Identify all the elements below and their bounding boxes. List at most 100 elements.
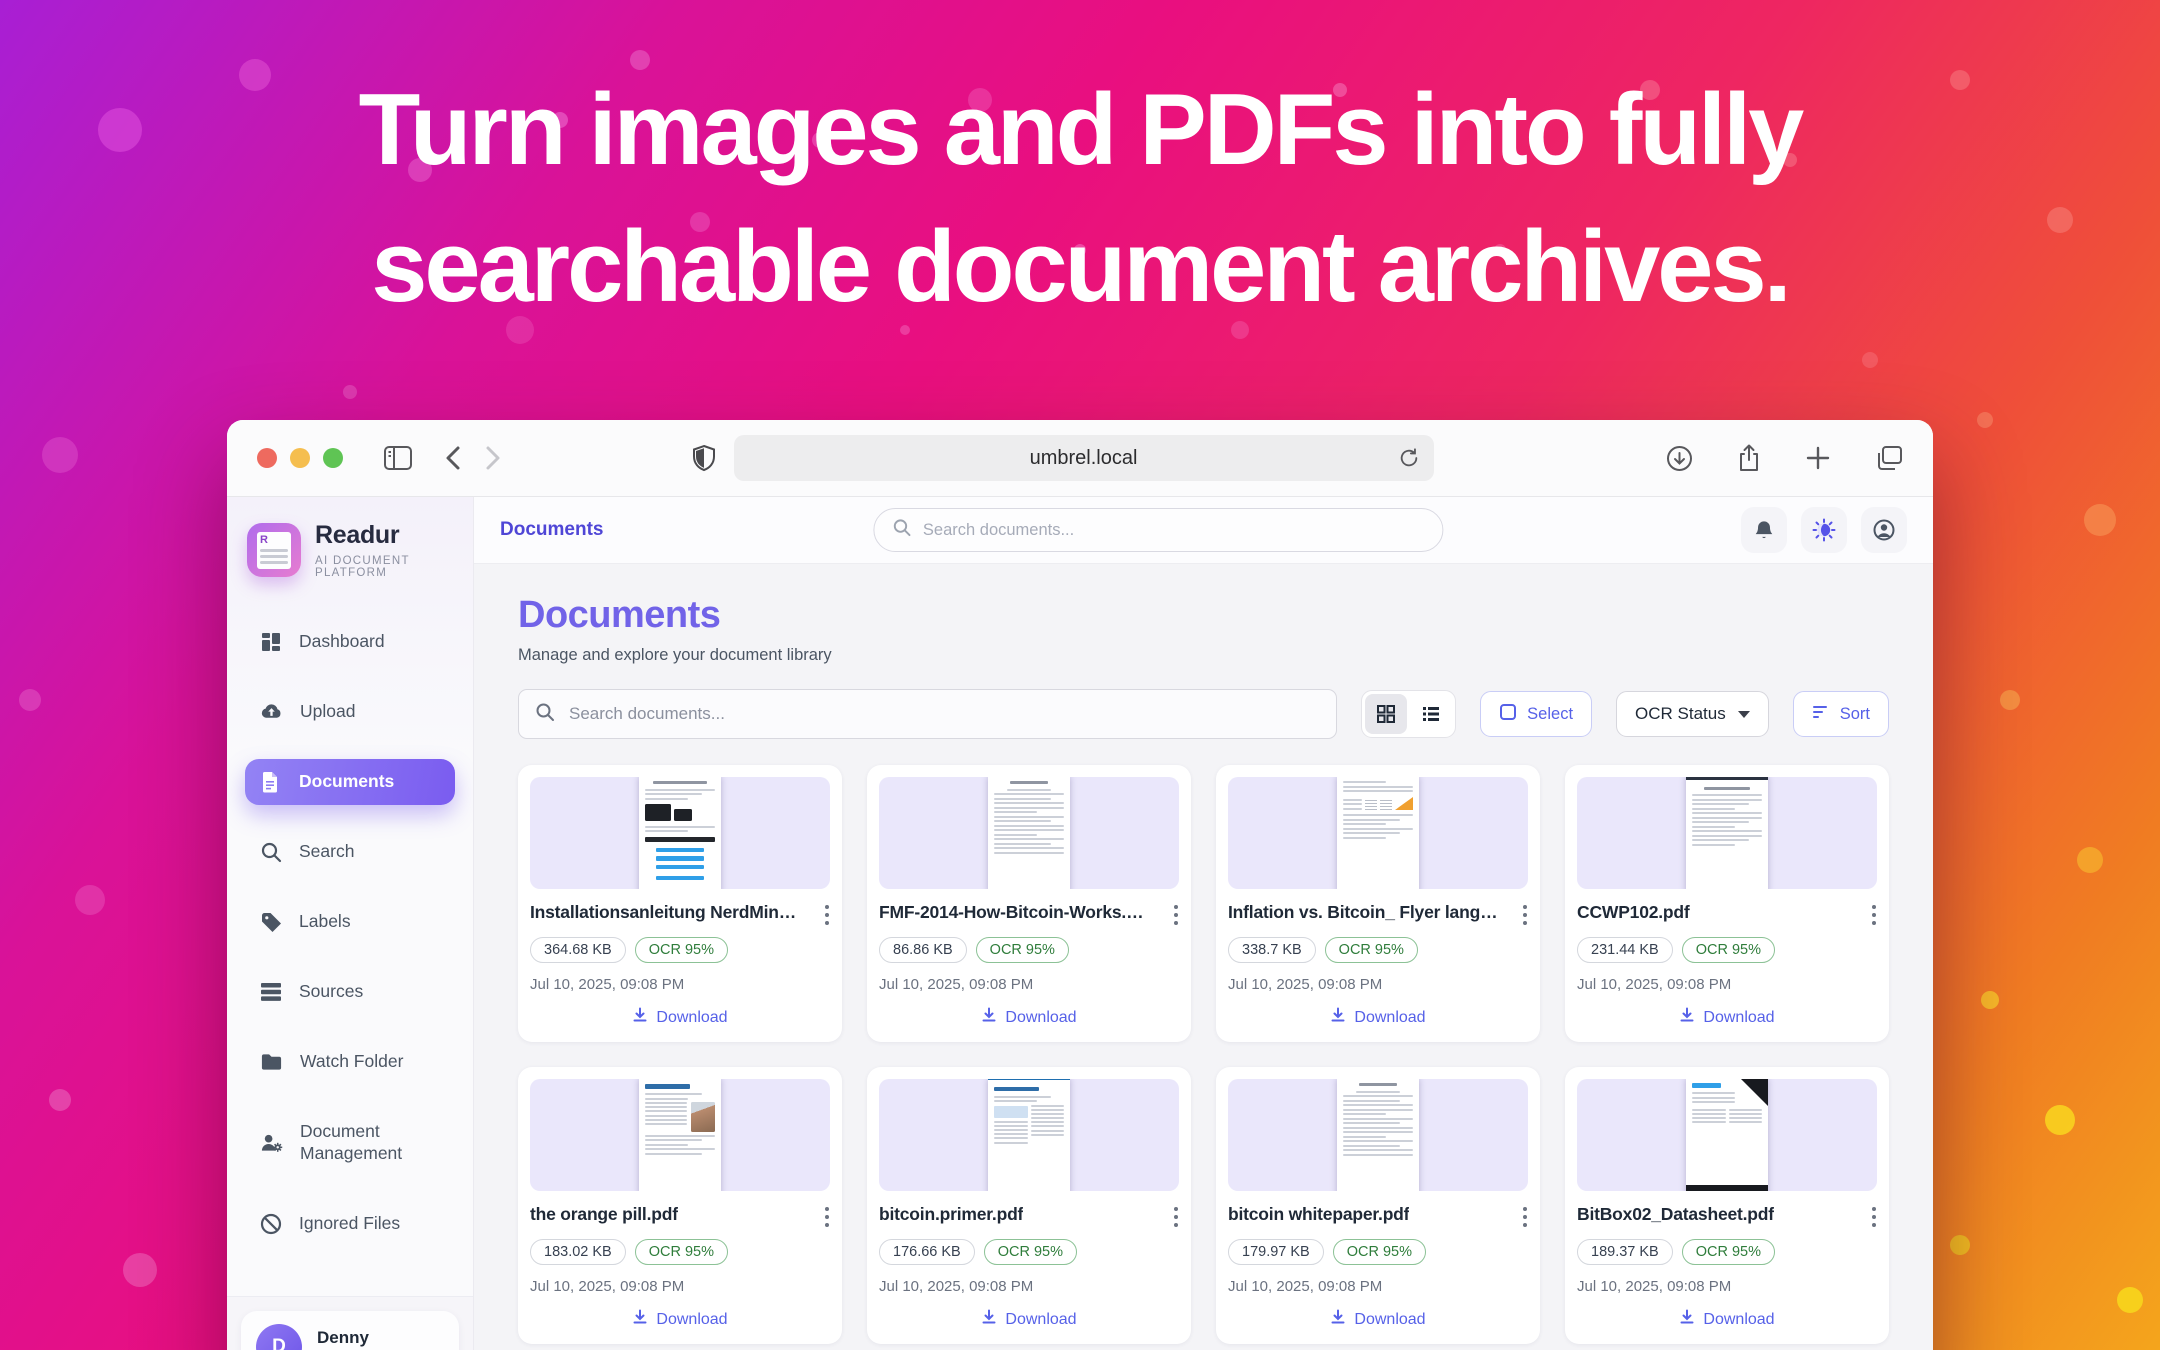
minimize-button[interactable] <box>290 448 310 468</box>
sidebar-item-documents[interactable]: Documents <box>245 759 455 805</box>
browser-actions <box>1666 444 1903 473</box>
kebab-menu-icon[interactable] <box>1871 1204 1877 1228</box>
file-size-badge: 338.7 KB <box>1228 937 1316 963</box>
back-icon[interactable] <box>445 445 461 471</box>
user-section[interactable]: D Denny admin@readur.com <box>227 1296 473 1350</box>
sidebar-item-dashboard[interactable]: Dashboard <box>245 619 455 665</box>
file-size-badge: 183.02 KB <box>530 1239 626 1265</box>
chevron-down-icon <box>1738 711 1750 718</box>
list-view-icon[interactable] <box>1410 694 1452 734</box>
sidebar-item-ignored-files[interactable]: Ignored Files <box>245 1201 455 1247</box>
sidebar-item-sources[interactable]: Sources <box>245 969 455 1015</box>
grid-view-icon[interactable] <box>1365 694 1407 734</box>
profile-icon[interactable] <box>1861 507 1907 553</box>
global-search[interactable] <box>873 508 1443 552</box>
kebab-menu-icon[interactable] <box>1173 1204 1179 1228</box>
document-card[interactable]: bitcoin.primer.pdf 176.66 KB OCR 95% Jul… <box>867 1067 1191 1344</box>
kebab-menu-icon[interactable] <box>1522 902 1528 926</box>
brand-tagline: AI DOCUMENT PLATFORM <box>315 555 453 579</box>
download-link[interactable]: Download <box>1577 1309 1877 1330</box>
download-link[interactable]: Download <box>879 1309 1179 1330</box>
bell-icon[interactable] <box>1741 507 1787 553</box>
sidebar-item-upload[interactable]: Upload <box>245 689 455 735</box>
sidebar-item-document-management[interactable]: Document Management <box>245 1109 455 1177</box>
ocr-status-badge: OCR 95% <box>1682 1239 1775 1265</box>
download-link[interactable]: Download <box>530 1309 830 1330</box>
sidebar-item-labels[interactable]: Labels <box>245 899 455 945</box>
browser-chrome: umbrel.local <box>227 420 1933 497</box>
kebab-menu-icon[interactable] <box>1173 902 1179 926</box>
sort-label: Sort <box>1840 705 1870 724</box>
forward-icon[interactable] <box>485 445 501 471</box>
document-card[interactable]: BitBox02_Datasheet.pdf 189.37 KB OCR 95%… <box>1565 1067 1889 1344</box>
download-link[interactable]: Download <box>530 1007 830 1028</box>
download-link[interactable]: Download <box>879 1007 1179 1028</box>
document-card[interactable]: Installationsanleitung NerdMiner.pdf 364… <box>518 765 842 1042</box>
window-controls <box>257 448 343 468</box>
kebab-menu-icon[interactable] <box>824 902 830 926</box>
address-url: umbrel.local <box>1030 447 1138 470</box>
sidebar: R Readur AI DOCUMENT PLATFORM Dashboard … <box>227 497 474 1350</box>
user-gear-icon <box>260 1132 283 1154</box>
documents-search[interactable] <box>518 689 1337 739</box>
new-tab-icon[interactable] <box>1805 444 1831 473</box>
document-date: Jul 10, 2025, 09:08 PM <box>1577 976 1877 993</box>
document-card[interactable]: bitcoin whitepaper.pdf 179.97 KB OCR 95%… <box>1216 1067 1540 1344</box>
select-button[interactable]: Select <box>1480 691 1592 737</box>
document-name: FMF-2014-How-Bitcoin-Works.pdf <box>879 902 1149 923</box>
file-size-badge: 179.97 KB <box>1228 1239 1324 1265</box>
download-icon <box>1679 1007 1695 1028</box>
download-link[interactable]: Download <box>1228 1007 1528 1028</box>
privacy-shield-icon[interactable] <box>692 444 716 472</box>
address-bar[interactable]: umbrel.local <box>734 435 1434 481</box>
document-card[interactable]: CCWP102.pdf 231.44 KB OCR 95% Jul 10, 20… <box>1565 765 1889 1042</box>
file-size-badge: 364.68 KB <box>530 937 626 963</box>
downloads-icon[interactable] <box>1666 444 1693 473</box>
download-link[interactable]: Download <box>1228 1309 1528 1330</box>
sort-button[interactable]: Sort <box>1793 691 1889 737</box>
reload-icon[interactable] <box>1398 447 1420 469</box>
sidebar-item-watch-folder[interactable]: Watch Folder <box>245 1039 455 1085</box>
kebab-menu-icon[interactable] <box>1871 902 1877 926</box>
zoom-button[interactable] <box>323 448 343 468</box>
global-search-input[interactable] <box>921 520 1424 541</box>
tab-overview-icon[interactable] <box>1875 444 1903 473</box>
ocr-status-badge: OCR 95% <box>984 1239 1077 1265</box>
document-card[interactable]: Inflation vs. Bitcoin_ Flyer lang_RGB.pd… <box>1216 765 1540 1042</box>
sidebar-item-label: Labels <box>299 911 351 933</box>
document-card[interactable]: the orange pill.pdf 183.02 KB OCR 95% Ju… <box>518 1067 842 1344</box>
theme-toggle-icon[interactable] <box>1801 507 1847 553</box>
document-thumbnail <box>1228 777 1528 889</box>
documents-grid: Installationsanleitung NerdMiner.pdf 364… <box>518 765 1889 1344</box>
close-button[interactable] <box>257 448 277 468</box>
avatar: D <box>256 1324 302 1350</box>
app-topbar: Documents <box>474 497 1933 564</box>
hero-line-2: searchable document archives. <box>371 211 1788 323</box>
ocr-status-label: OCR Status <box>1635 704 1726 724</box>
dashboard-icon <box>260 631 282 653</box>
sidebar-item-label: Document Management <box>300 1121 440 1165</box>
document-date: Jul 10, 2025, 09:08 PM <box>879 976 1179 993</box>
document-date: Jul 10, 2025, 09:08 PM <box>1577 1278 1877 1295</box>
share-icon[interactable] <box>1737 444 1761 473</box>
file-size-badge: 231.44 KB <box>1577 937 1673 963</box>
ocr-status-badge: OCR 95% <box>1682 937 1775 963</box>
document-thumbnail <box>1577 777 1877 889</box>
sidebar-item-label: Watch Folder <box>300 1051 403 1073</box>
sidebar-item-search[interactable]: Search <box>245 829 455 875</box>
breadcrumb[interactable]: Documents <box>500 519 603 541</box>
ban-icon <box>260 1213 282 1235</box>
ocr-status-badge: OCR 95% <box>976 937 1069 963</box>
kebab-menu-icon[interactable] <box>1522 1204 1528 1228</box>
sidebar-toggle-icon[interactable] <box>383 445 413 471</box>
download-label: Download <box>656 1009 727 1027</box>
document-name: BitBox02_Datasheet.pdf <box>1577 1204 1774 1225</box>
download-link[interactable]: Download <box>1577 1007 1877 1028</box>
ocr-status-dropdown[interactable]: OCR Status <box>1616 691 1769 737</box>
document-card[interactable]: FMF-2014-How-Bitcoin-Works.pdf 86.86 KB … <box>867 765 1191 1042</box>
tag-icon <box>260 911 282 933</box>
documents-search-input[interactable] <box>567 703 1320 725</box>
kebab-menu-icon[interactable] <box>824 1204 830 1228</box>
page-title: Documents <box>518 594 1889 637</box>
page-background: Turn images and PDFs into fullysearchabl… <box>0 0 2160 1350</box>
